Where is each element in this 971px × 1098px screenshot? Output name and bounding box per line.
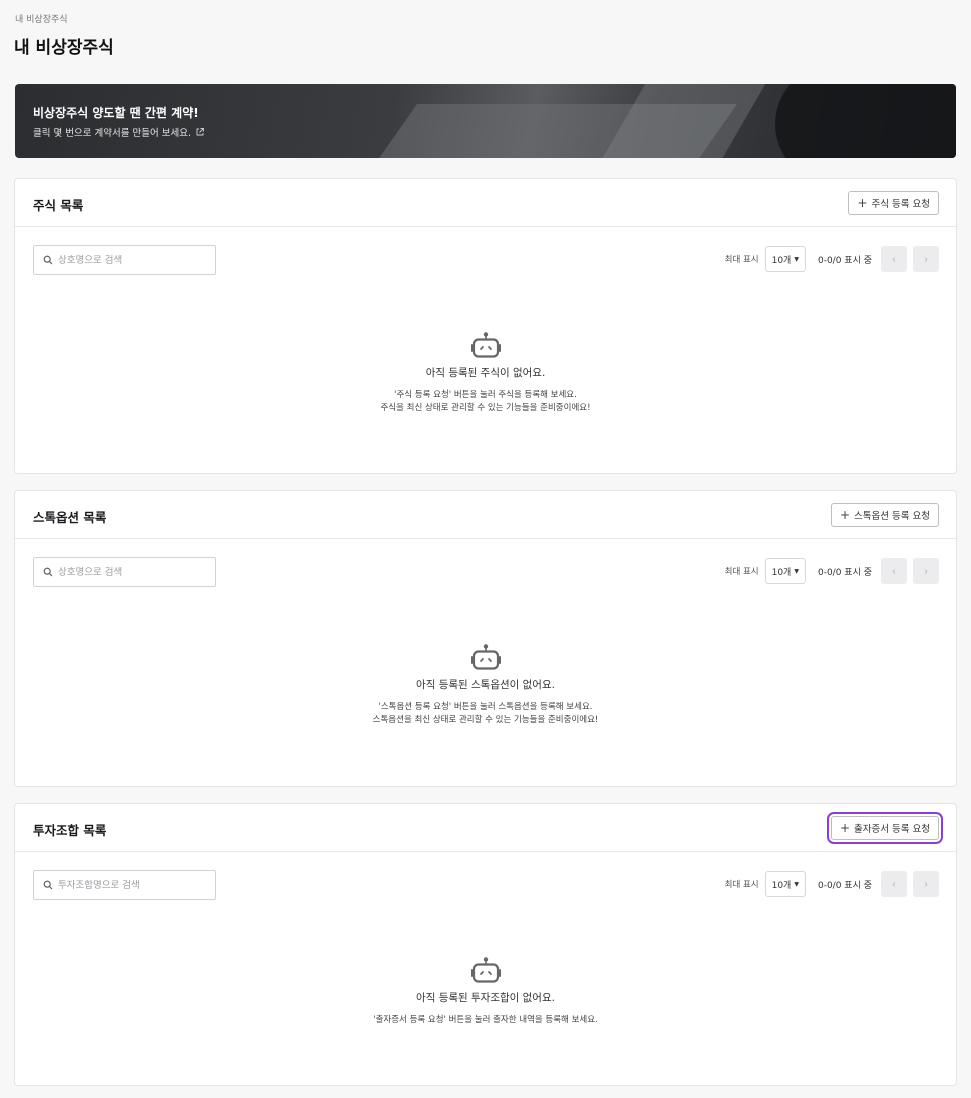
empty-desc-line: 주식을 최신 상태로 관리할 수 있는 기능들을 준비중이에요! [380,403,591,413]
search-icon [43,255,53,265]
prev-page-button[interactable]: ‹ [881,558,907,584]
per-page-select[interactable]: 10개 ▼ [764,558,806,584]
search-field[interactable] [33,557,216,587]
prev-page-button[interactable]: ‹ [881,246,907,272]
banner-title: 비상장주식 양도할 땐 간편 계약! [33,106,199,120]
stock-list-card: 주식 목록 + 주식 등록 요청 최대 표시 10개 ▼ 0-0/0 표시 중 … [14,178,957,474]
empty-desc-line: 스톡옵션을 최신 상태로 관리할 수 있는 기능들을 준비중이에요! [372,715,599,725]
range-text: 0-0/0 표시 중 [817,255,872,266]
per-page-label: 최대 표시 [724,255,759,265]
robot-icon [470,644,501,670]
per-page-label: 최대 표시 [724,880,759,890]
card-header: 주식 목록 + 주식 등록 요청 [15,179,956,227]
search-field[interactable] [33,870,216,900]
banner-subtitle-link[interactable]: 클릭 몇 번으로 계약서를 만들어 보세요. [33,125,205,139]
search-input[interactable] [58,879,208,891]
prev-page-button[interactable]: ‹ [881,871,907,897]
per-page-value: 10개 [771,880,792,891]
caret-down-icon: ▼ [794,255,799,263]
empty-description: '출자증서 등록 요청' 버튼을 눌러 출자한 내역을 등록해 보세요. [15,1014,956,1027]
empty-state: 아직 등록된 스톡옵션이 없어요. '스톡옵션 등록 요청' 버튼을 눌러 스톡… [15,643,956,727]
button-label: 주식 등록 요청 [871,199,930,210]
stock-option-register-request-button[interactable]: + 스톡옵션 등록 요청 [830,503,939,527]
range-text: 0-0/0 표시 중 [817,567,872,578]
card-header: 스톡옵션 목록 + 스톡옵션 등록 요청 [15,491,956,539]
button-label: 출자증서 등록 요청 [854,824,930,835]
button-label: 스톡옵션 등록 요청 [854,511,930,522]
search-icon [43,567,53,577]
empty-desc-line: '스톡옵션 등록 요청' 버튼을 눌러 스톡옵션을 등록해 보세요. [378,702,593,712]
card-header: 투자조합 목록 + 출자증서 등록 요청 [15,804,956,852]
search-input[interactable] [58,566,208,578]
empty-desc-line: '주식 등록 요청' 버튼을 눌러 주식을 등록해 보세요. [394,390,577,400]
pagination: 최대 표시 10개 ▼ 0-0/0 표시 중 ‹ › [725,557,939,585]
stock-option-list-card: 스톡옵션 목록 + 스톡옵션 등록 요청 최대 표시 10개 ▼ 0-0/0 표… [14,490,957,787]
card-title: 투자조합 목록 [33,823,107,838]
plus-icon: + [857,196,868,210]
caret-down-icon: ▼ [794,880,799,888]
robot-icon [470,957,501,983]
per-page-value: 10개 [771,567,792,578]
search-input[interactable] [58,254,208,266]
robot-icon [470,332,501,358]
card-title: 주식 목록 [33,198,84,213]
empty-title: 아직 등록된 투자조합이 없어요. [416,992,555,1004]
investment-certificate-register-request-button[interactable]: + 출자증서 등록 요청 [826,812,944,844]
banner-bg-shape [775,84,956,158]
caret-down-icon: ▼ [794,567,799,575]
empty-desc-line: '출자증서 등록 요청' 버튼을 눌러 출자한 내역을 등록해 보세요. [373,1015,598,1025]
empty-title: 아직 등록된 스톡옵션이 없어요. [416,679,555,691]
per-page-select[interactable]: 10개 ▼ [764,871,806,897]
per-page-value: 10개 [771,255,792,266]
stock-register-request-button[interactable]: + 주식 등록 요청 [848,191,939,215]
next-page-button[interactable]: › [913,558,939,584]
banner-bg-shape [599,84,771,158]
empty-state: 아직 등록된 주식이 없어요. '주식 등록 요청' 버튼을 눌러 주식을 등록… [15,331,956,415]
card-title: 스톡옵션 목록 [33,510,107,525]
plus-icon: + [839,508,851,522]
range-text: 0-0/0 표시 중 [817,880,872,891]
next-page-button[interactable]: › [913,871,939,897]
empty-description: '스톡옵션 등록 요청' 버튼을 눌러 스톡옵션을 등록해 보세요. 스톡옵션을… [15,701,956,727]
empty-title: 아직 등록된 주식이 없어요. [425,367,546,379]
search-icon [43,880,53,890]
search-field[interactable] [33,245,216,275]
page-title: 내 비상장주식 [14,38,114,58]
plus-icon: + [839,821,851,835]
investment-fund-list-card: 투자조합 목록 + 출자증서 등록 요청 최대 표시 10개 ▼ 0-0/0 표… [14,803,957,1086]
breadcrumb: 내 비상장주식 [15,15,68,25]
empty-description: '주식 등록 요청' 버튼을 눌러 주식을 등록해 보세요. 주식을 최신 상태… [15,389,956,415]
promo-banner[interactable]: 비상장주식 양도할 땐 간편 계약! 클릭 몇 번으로 계약서를 만들어 보세요… [15,84,956,158]
per-page-label: 최대 표시 [724,567,759,577]
per-page-select[interactable]: 10개 ▼ [764,246,806,272]
next-page-button[interactable]: › [913,246,939,272]
empty-state: 아직 등록된 투자조합이 없어요. '출자증서 등록 요청' 버튼을 눌러 출자… [15,956,956,1027]
pagination: 최대 표시 10개 ▼ 0-0/0 표시 중 ‹ › [725,245,939,273]
external-link-icon [196,128,204,136]
banner-subtitle: 클릭 몇 번으로 계약서를 만들어 보세요. [33,128,191,139]
pagination: 최대 표시 10개 ▼ 0-0/0 표시 중 ‹ › [725,870,939,898]
